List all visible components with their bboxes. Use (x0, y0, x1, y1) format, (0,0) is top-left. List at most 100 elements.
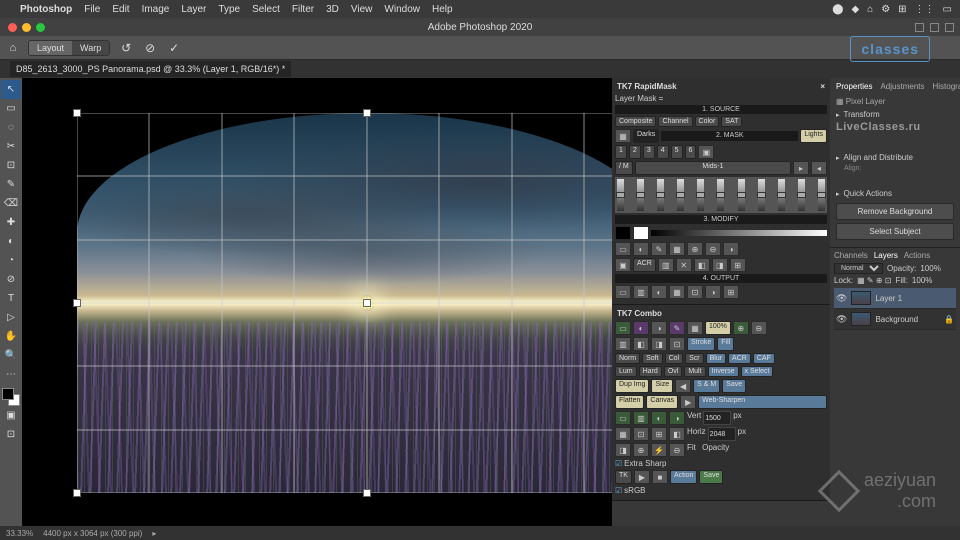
combo-icon[interactable]: ◐ (633, 321, 649, 335)
canvas-area[interactable] (22, 78, 612, 526)
m-label[interactable]: / M (615, 161, 633, 175)
color-swatches[interactable] (2, 388, 20, 406)
c-icon[interactable]: ⊡ (633, 427, 649, 441)
rm-icon[interactable]: ▦ (615, 129, 631, 143)
out-icon[interactable]: ▥ (633, 285, 649, 299)
tk-label[interactable]: TK (615, 470, 632, 484)
white-swatch[interactable] (633, 226, 649, 240)
vert-input[interactable] (703, 411, 731, 425)
adjustments-tab[interactable]: Adjustments (880, 82, 924, 91)
c-icon[interactable]: ▥ (633, 411, 649, 425)
sat-tab[interactable]: SAT (721, 116, 742, 127)
color-tab[interactable]: Color (695, 116, 720, 127)
combo-icon[interactable]: ⊖ (751, 321, 767, 335)
c-icon[interactable]: ⊕ (633, 443, 649, 457)
mod-icon[interactable]: ▥ (658, 258, 674, 272)
ovl-btn[interactable]: Ovl (664, 366, 683, 377)
lum-btn[interactable]: Lum (615, 366, 637, 377)
c-icon[interactable]: ◧ (669, 427, 685, 441)
layers-tab[interactable]: Layers (874, 251, 898, 260)
status-icon[interactable]: ⌂ (867, 4, 873, 15)
commit-icon[interactable]: ✓ (166, 40, 182, 56)
flatten-btn[interactable]: Flatten (615, 395, 644, 409)
gradient-tool[interactable]: ◔ (1, 251, 21, 270)
menu-view[interactable]: View (351, 4, 373, 15)
expand-icon[interactable]: ▸ (793, 161, 809, 175)
collapse-icon[interactable]: ◂ (811, 161, 827, 175)
norm-btn[interactable]: Norm (615, 353, 640, 364)
c-icon[interactable]: ▦ (615, 427, 631, 441)
mod-icon[interactable]: ◐ (633, 242, 649, 256)
document-tab[interactable]: D85_2613_3000_PS Panorama.psd @ 33.3% (L… (10, 61, 291, 77)
transform-section[interactable]: Transform (836, 108, 954, 121)
histogram-tab[interactable]: Histogram (933, 82, 960, 91)
foreground-color-swatch[interactable] (2, 388, 14, 400)
menu-3d[interactable]: 3D (326, 4, 339, 15)
edit-toolbar[interactable]: ⋯ (1, 365, 21, 384)
close-icon[interactable]: × (820, 82, 825, 91)
warp-mode-button[interactable]: Warp (72, 41, 109, 55)
lasso-tool[interactable]: ◌ (1, 118, 21, 137)
layer-thumbnail[interactable] (851, 291, 871, 305)
layer-row[interactable]: 👁 Layer 1 (834, 288, 956, 309)
quickmask-toggle[interactable]: ▣ (1, 406, 21, 425)
reset-icon[interactable]: ↺ (118, 40, 134, 56)
status-icon[interactable]: ⬤ (832, 4, 843, 15)
c-icon[interactable]: ⚡ (651, 443, 667, 457)
app-name[interactable]: Photoshop (20, 4, 72, 15)
out-icon[interactable]: ⊞ (723, 285, 739, 299)
step-icon[interactable]: ▶ (680, 395, 696, 409)
battery-icon[interactable]: ▭ (943, 4, 952, 15)
align-section[interactable]: Align and Distribute (836, 151, 954, 164)
actions-tab[interactable]: Actions (904, 251, 930, 260)
screenmode-toggle[interactable]: ⊡ (1, 425, 21, 444)
play-icon[interactable]: ▶ (634, 470, 650, 484)
zoom-level[interactable]: 33.33% (6, 529, 33, 538)
size-btn[interactable]: Size (651, 379, 673, 393)
transform-handle-bl[interactable] (73, 489, 81, 497)
menu-help[interactable]: Help (432, 4, 453, 15)
transformed-image[interactable] (77, 113, 612, 493)
properties-tab[interactable]: Properties (836, 82, 872, 91)
lights-label[interactable]: Lights (800, 129, 827, 143)
c-icon[interactable]: ◨ (615, 443, 631, 457)
menu-edit[interactable]: Edit (112, 4, 129, 15)
minimize-button[interactable] (22, 23, 31, 32)
layer-thumbnail[interactable] (851, 312, 871, 326)
step-icon[interactable]: ◀ (675, 379, 691, 393)
close-button[interactable] (8, 23, 17, 32)
c-icon[interactable]: ⊖ (669, 443, 685, 457)
dupimg-btn[interactable]: Dup Img (615, 379, 649, 393)
srgb-check[interactable]: ☑ (615, 486, 622, 495)
c-icon[interactable]: ◐ (651, 411, 667, 425)
wifi-icon[interactable]: ⋮⋮ (915, 4, 935, 15)
status-icon[interactable]: ◆ (851, 4, 859, 15)
combo-icon[interactable]: ▦ (687, 321, 703, 335)
layer-name[interactable]: Background (875, 315, 918, 324)
quickactions-section[interactable]: Quick Actions (836, 187, 954, 200)
out-icon[interactable]: ◐ (651, 285, 667, 299)
canvas-btn[interactable]: Canvas (646, 395, 678, 409)
crop-tool[interactable]: ✂ (1, 137, 21, 156)
inverse-btn[interactable]: Inverse (708, 366, 739, 377)
chevron-right-icon[interactable]: ▸ (152, 529, 156, 538)
hard-btn[interactable]: Hard (639, 366, 662, 377)
combo-icon[interactable]: ⊕ (733, 321, 749, 335)
home-icon[interactable]: ⌂ (6, 41, 20, 55)
frame-tool[interactable]: ⊡ (1, 156, 21, 175)
mod-icon[interactable]: ▭ (615, 242, 631, 256)
combo-icon[interactable]: ⊡ (669, 337, 685, 351)
menu-file[interactable]: File (84, 4, 100, 15)
fill-button[interactable]: Fill (717, 337, 734, 351)
transform-handle-ml[interactable] (73, 299, 81, 307)
remove-background-button[interactable]: Remove Background (836, 203, 954, 220)
combo-icon[interactable]: ▥ (615, 337, 631, 351)
layer-name[interactable]: Layer 1 (875, 294, 902, 303)
scale-6[interactable]: 6 (685, 145, 697, 159)
soft-btn[interactable]: Soft (642, 353, 662, 364)
transform-handle-tc[interactable] (363, 109, 371, 117)
combo-icon[interactable]: ▭ (615, 321, 631, 335)
scale-2[interactable]: 2 (629, 145, 641, 159)
mod-icon[interactable]: ▦ (669, 242, 685, 256)
mod-icon[interactable]: ⊞ (730, 258, 746, 272)
